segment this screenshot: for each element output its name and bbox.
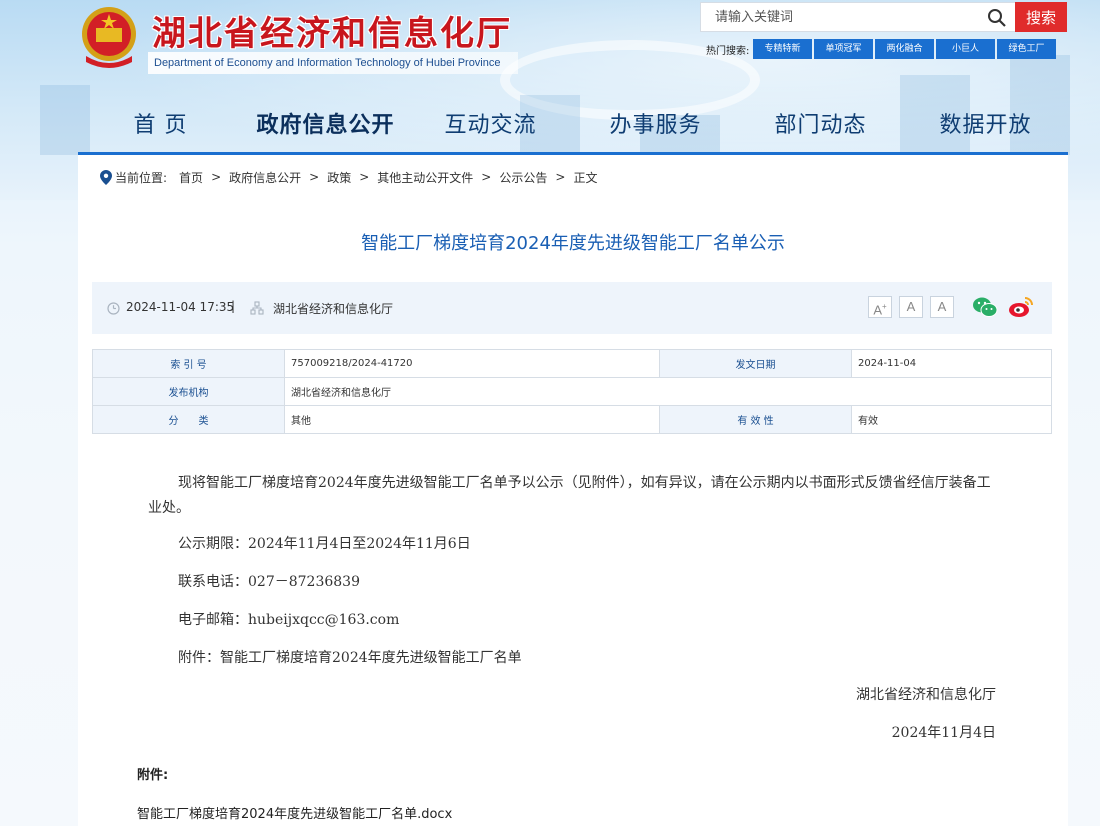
- font-increase-button[interactable]: A+: [868, 296, 892, 318]
- issue-date-value: 2024-11-04: [851, 349, 1052, 378]
- hot-search-tags: 专精特新 单项冠军 两化融合 小巨人 绿色工厂: [753, 39, 1056, 59]
- breadcrumb-separator: >: [211, 170, 222, 184]
- nav-item-gov-info[interactable]: 政府信息公开: [243, 104, 408, 152]
- wechat-icon[interactable]: [972, 295, 998, 319]
- breadcrumb-separator: >: [309, 170, 320, 184]
- breadcrumb-item-current: 正文: [573, 170, 598, 185]
- signature-date: 2024年11月4日: [891, 725, 996, 741]
- breadcrumb-item-notices[interactable]: 公示公告: [499, 169, 547, 186]
- validity-value: 有效: [851, 405, 1052, 434]
- article-meta-bar: 2024-11-04 17:35 | 湖北省经济和信息化厅 A+ A A: [92, 282, 1052, 334]
- site-title: 湖北省经济和信息化厅: [152, 14, 512, 54]
- organization-icon: [250, 301, 264, 315]
- nav-item-news[interactable]: 部门动态: [738, 104, 903, 152]
- attachments-heading: 附件:: [137, 768, 169, 783]
- body-paragraph: 现将智能工厂梯度培育2024年度先进级智能工厂名单予以公示（见附件），如有异议，…: [148, 475, 991, 516]
- nav-item-home[interactable]: 首 页: [78, 104, 243, 152]
- validity-label: 有 效 性: [659, 405, 852, 434]
- search-icon[interactable]: [987, 8, 1007, 28]
- table-row: 分 类 其他 有 效 性 有效: [92, 405, 1052, 434]
- table-row: 发布机构 湖北省经济和信息化厅: [92, 377, 1052, 406]
- hot-search-tag[interactable]: 单项冠军: [814, 39, 873, 59]
- nav-item-interaction[interactable]: 互动交流: [408, 104, 573, 152]
- font-decrease-button[interactable]: A: [930, 296, 954, 318]
- publish-date: 2024-11-04 17:35: [126, 300, 235, 314]
- meta-separator: |: [231, 299, 236, 313]
- issuing-org-label: 发布机构: [92, 377, 285, 406]
- font-default-button[interactable]: A: [899, 296, 923, 318]
- main-nav: 首 页 政府信息公开 互动交流 办事服务 部门动态 数据开放: [78, 104, 1068, 152]
- article-title: 智能工厂梯度培育2024年度先进级智能工厂名单公示: [361, 233, 785, 254]
- breadcrumb-separator: >: [359, 170, 370, 184]
- search-button[interactable]: 搜索: [1015, 2, 1067, 32]
- attachment-file-link[interactable]: 智能工厂梯度培育2024年度先进级智能工厂名单.docx: [137, 803, 452, 822]
- index-number-value: 757009218/2024-41720: [284, 349, 660, 378]
- search-input[interactable]: [701, 3, 981, 31]
- breadcrumb-item-other-files[interactable]: 其他主动公开文件: [377, 169, 473, 186]
- attachment-note: 附件：智能工厂梯度培育2024年度先进级智能工厂名单: [178, 650, 522, 666]
- site-subtitle: Department of Economy and Information Te…: [148, 52, 518, 74]
- index-number-label: 索 引 号: [92, 349, 285, 378]
- hot-search-label: 热门搜索:: [706, 46, 750, 57]
- weibo-icon[interactable]: [1008, 295, 1034, 319]
- breadcrumb-item-home[interactable]: 首页: [179, 169, 203, 186]
- category-label: 分 类: [92, 405, 285, 434]
- nav-item-services[interactable]: 办事服务: [573, 104, 738, 152]
- breadcrumb-item-policy[interactable]: 政策: [327, 169, 351, 186]
- national-emblem-icon: [82, 7, 136, 68]
- clock-icon: [107, 302, 120, 315]
- breadcrumb-separator: >: [481, 170, 492, 184]
- site-logo[interactable]: 湖北省经济和信息化厅 Department of Economy and Inf…: [78, 4, 518, 74]
- contact-phone: 联系电话：027－87236839: [178, 574, 360, 590]
- issue-date-label: 发文日期: [659, 349, 852, 378]
- breadcrumb: 当前位置: 首页 > 政府信息公开 > 政策 > 其他主动公开文件 > 公示公告…: [100, 169, 597, 185]
- breadcrumb-item-gov-info[interactable]: 政府信息公开: [229, 169, 301, 186]
- issuing-org-value: 湖北省经济和信息化厅: [284, 377, 1052, 406]
- hot-search-tag[interactable]: 小巨人: [936, 39, 995, 59]
- content-panel: 当前位置: 首页 > 政府信息公开 > 政策 > 其他主动公开文件 > 公示公告…: [78, 155, 1068, 826]
- breadcrumb-separator: >: [555, 170, 566, 184]
- breadcrumb-label: 当前位置:: [115, 170, 168, 185]
- document-info-table: 索 引 号 757009218/2024-41720 发文日期 2024-11-…: [92, 349, 1052, 434]
- table-row: 索 引 号 757009218/2024-41720 发文日期 2024-11-…: [92, 349, 1052, 378]
- publicity-period: 公示期限：2024年11月4日至2024年11月6日: [178, 536, 471, 552]
- publisher: 湖北省经济和信息化厅: [273, 302, 394, 316]
- contact-email: 电子邮箱：hubeijxqcc@163.com: [178, 612, 400, 628]
- signature-org: 湖北省经济和信息化厅: [856, 687, 996, 703]
- hot-search-tag[interactable]: 绿色工厂: [997, 39, 1056, 59]
- category-value: 其他: [284, 405, 660, 434]
- location-pin-icon: [100, 169, 112, 185]
- nav-item-open-data[interactable]: 数据开放: [903, 104, 1068, 152]
- hot-search-tag[interactable]: 两化融合: [875, 39, 934, 59]
- hot-search-tag[interactable]: 专精特新: [753, 39, 812, 59]
- search-box: [700, 2, 1016, 32]
